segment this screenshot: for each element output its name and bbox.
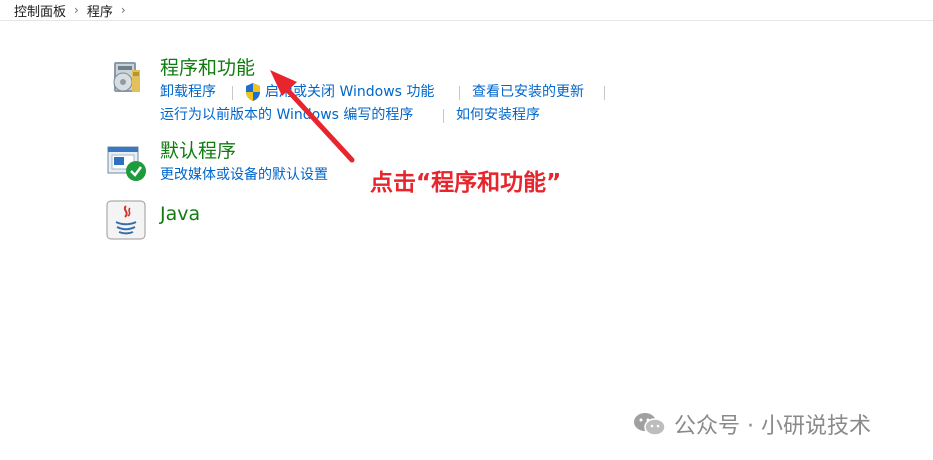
wechat-icon: [634, 413, 666, 436]
watermark: 公众号 · 小研说技术: [632, 408, 871, 440]
watermark-text: 公众号 · 小研说技术: [674, 414, 871, 439]
annotation-arrow: [270, 70, 355, 163]
annotation-text: 点击“程序和功能”: [370, 170, 562, 196]
